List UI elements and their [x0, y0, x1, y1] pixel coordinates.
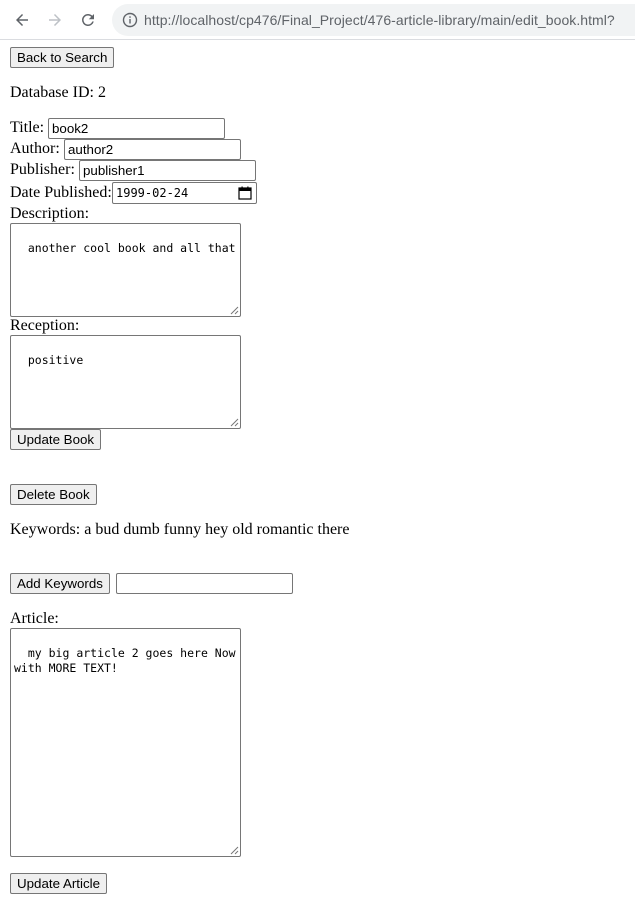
calendar-icon[interactable]	[238, 186, 252, 200]
resize-grip-icon[interactable]	[230, 418, 239, 427]
keywords-text: Keywords: a bud dumb funny hey old roman…	[10, 521, 350, 538]
update-book-button[interactable]: Update Book	[10, 429, 102, 450]
back-arrow-icon[interactable]	[10, 8, 34, 32]
browser-toolbar: http://localhost/cp476/Final_Project/476…	[0, 0, 635, 40]
reception-textarea[interactable]: positive	[10, 335, 241, 429]
resize-grip-icon[interactable]	[230, 306, 239, 315]
keywords-input[interactable]	[116, 573, 293, 594]
delete-book-button[interactable]: Delete Book	[10, 484, 97, 505]
description-text: another cool book and all that	[27, 241, 236, 255]
database-id-text: Database ID: 2	[10, 84, 106, 101]
title-input[interactable]: book2	[48, 118, 225, 139]
description-textarea[interactable]: another cool book and all that	[10, 223, 241, 317]
article-textarea[interactable]: my big article 2 goes here Now with MORE…	[10, 628, 241, 857]
publisher-input[interactable]: publisher1	[79, 160, 256, 181]
author-input[interactable]: author2	[64, 139, 241, 160]
forward-arrow-icon[interactable]	[43, 8, 67, 32]
article-label: Article:	[10, 610, 59, 627]
reception-text: positive	[27, 353, 84, 367]
update-article-button[interactable]: Update Article	[10, 873, 107, 894]
description-label: Description:	[10, 205, 90, 222]
author-label: Author:	[10, 140, 60, 157]
date-published-label: Date Published:	[10, 184, 112, 201]
title-label: Title:	[10, 119, 45, 136]
resize-grip-icon[interactable]	[230, 846, 239, 855]
reception-label: Reception:	[10, 317, 80, 334]
article-text: my big article 2 goes here Now with MORE…	[14, 646, 236, 675]
publisher-label: Publisher:	[10, 161, 75, 178]
date-value: 1999-02-24	[116, 185, 189, 200]
date-published-input[interactable]: 1999-02-24	[112, 182, 257, 204]
site-info-icon[interactable]	[122, 12, 138, 28]
url-text: http://localhost/cp476/Final_Project/476…	[144, 12, 615, 28]
reload-icon[interactable]	[76, 8, 100, 32]
address-bar[interactable]: http://localhost/cp476/Final_Project/476…	[112, 4, 635, 36]
back-to-search-button[interactable]: Back to Search	[10, 47, 115, 68]
add-keywords-button[interactable]: Add Keywords	[10, 573, 110, 594]
